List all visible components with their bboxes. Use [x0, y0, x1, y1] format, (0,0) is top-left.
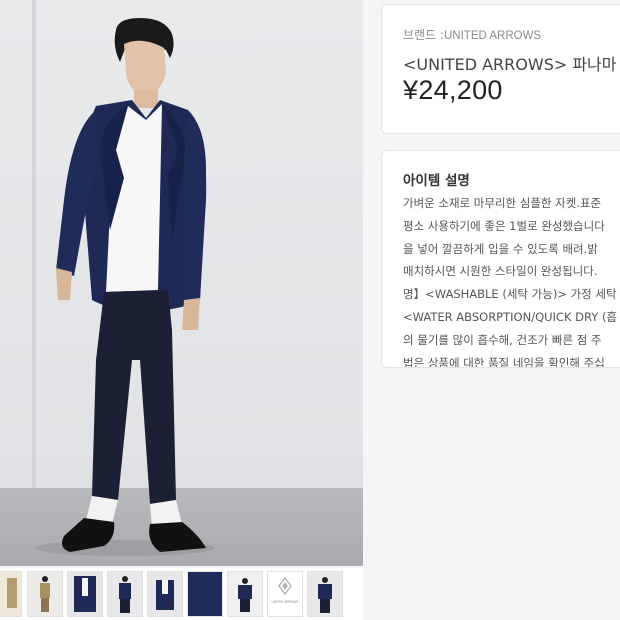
description-line: 법은 상품에 대한 품질 네임을 확인해 주십 [403, 355, 605, 368]
item-description-card: 아이템 설명 가벼운 소재로 마무리한 심플한 자켓.표준 평소 사용하기에 좋… [381, 150, 620, 368]
product-title: <UNITED ARROWS> 파나마 저 [403, 55, 620, 74]
description-line: <WATER ABSORPTION/QUICK DRY (흡 [403, 309, 618, 324]
model-figure [35, 18, 215, 556]
brand-logo-icon [278, 577, 292, 595]
thumbnail-4-image [108, 572, 142, 616]
thumbnail-6-image [188, 572, 222, 616]
thumbnail-logo-text: UNITED ARROWS [271, 600, 299, 604]
thumbnail-8[interactable]: UNITED ARROWS [267, 571, 303, 617]
brand-name-link[interactable]: UNITED ARROWS [444, 30, 541, 42]
description-line: 평소 사용하기에 좋은 1벌로 완성했습니다 [403, 218, 605, 233]
description-line: 의 물기를 많이 흡수해, 건조가 빠른 점 주 [403, 332, 602, 347]
product-price: ¥24,200 [403, 75, 503, 105]
thumbnail-7[interactable] [227, 571, 263, 617]
description-line: 가벼운 소재로 마무리한 심플한 자켓.표준 [403, 196, 602, 210]
thumbnail-9[interactable] [307, 571, 343, 617]
thumbnail-strip: UNITED ARROWS [0, 568, 363, 620]
thumbnail-5[interactable] [147, 571, 183, 617]
thumbnail-3-image [68, 572, 102, 616]
thumbnail-5-image [148, 572, 182, 616]
thumbnail-4[interactable] [107, 571, 143, 617]
thumbnail-9-image [308, 572, 342, 616]
thumbnail-3[interactable] [67, 571, 103, 617]
thumbnail-6[interactable] [187, 571, 223, 617]
thumbnail-2[interactable] [27, 571, 63, 617]
brand-row: 브랜드 :UNITED ARROWS [403, 26, 541, 43]
brand-label: 브랜드 : [403, 28, 444, 42]
product-info-card: 브랜드 :UNITED ARROWS <UNITED ARROWS> 파나마 저… [381, 4, 620, 134]
description-line: 을 넣어 깔끔하게 입을 수 있도록 배려.밝 [403, 241, 598, 256]
thumbnail-7-image [228, 572, 262, 616]
main-product-image[interactable] [0, 0, 363, 566]
description-line: 명】<WASHABLE (세탁 가능)> 가정 세탁 [403, 287, 617, 302]
thumbnail-2-image [28, 572, 62, 616]
description-heading: 아이템 설명 [403, 173, 470, 189]
thumbnail-1[interactable] [0, 571, 22, 617]
description-body: 가벼운 소재로 마무리한 심플한 자켓.표준 평소 사용하기에 좋은 1벌로 완… [403, 192, 620, 368]
thumbnail-1-image [0, 572, 21, 616]
description-line: 매치하시면 시원한 스타일이 완성됩니다. [403, 264, 598, 279]
